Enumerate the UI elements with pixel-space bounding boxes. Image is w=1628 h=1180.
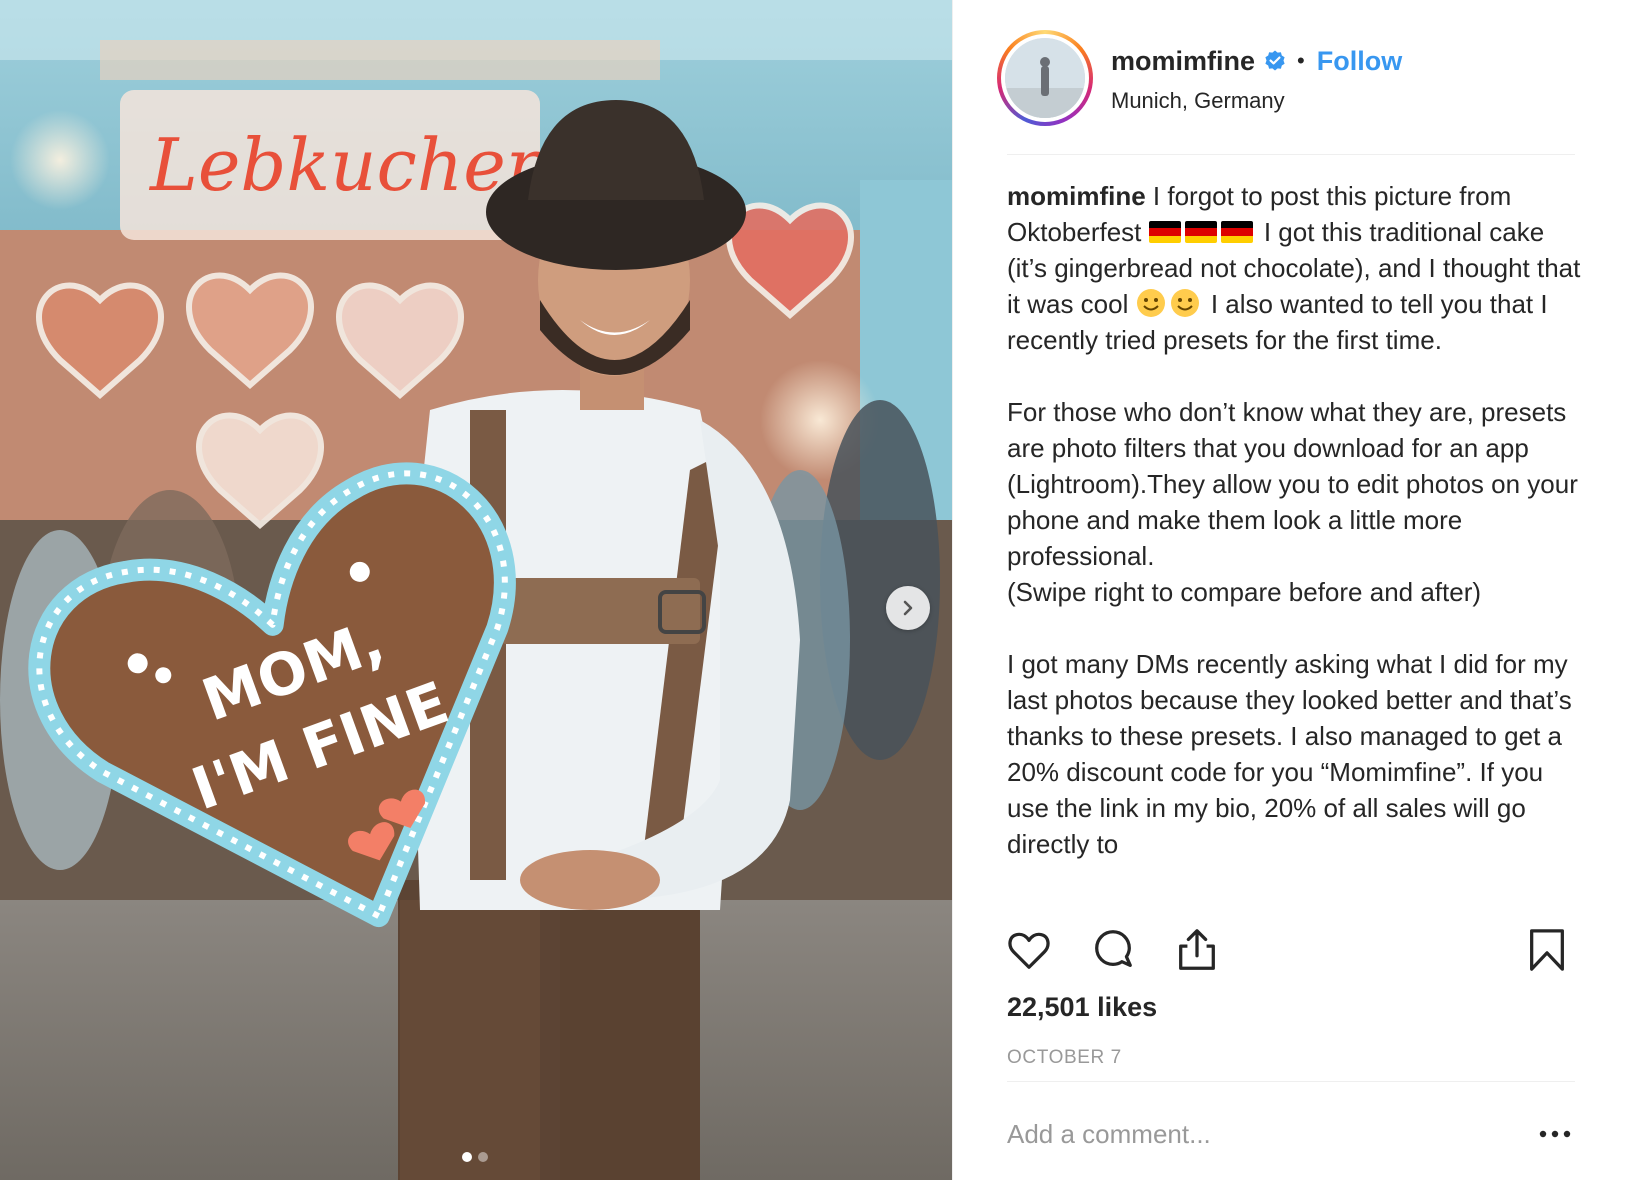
avatar[interactable] [997, 30, 1093, 126]
caption-text-3: I got many DMs recently asking what I di… [1007, 649, 1572, 859]
comment-divider [1007, 1081, 1575, 1082]
carousel-dot [478, 1152, 488, 1162]
germany-flag-emoji [1148, 221, 1181, 243]
heart-icon [1008, 932, 1050, 969]
comment-bubble-icon [1095, 930, 1132, 967]
like-button[interactable] [1003, 924, 1055, 976]
likes-count[interactable]: 22,501 likes [1007, 992, 1157, 1023]
header-divider [1007, 154, 1575, 155]
caption-username-link[interactable]: momimfine [1007, 181, 1146, 211]
post-photo[interactable]: Lebkuchen MOM, I'M FINE [0, 0, 952, 1180]
smiling-face-emoji [1170, 289, 1199, 317]
share-button[interactable] [1171, 924, 1223, 976]
add-comment-input[interactable] [1007, 1110, 1507, 1158]
avatar-image [1005, 38, 1085, 118]
more-options-button[interactable] [1535, 1118, 1575, 1150]
verified-badge-icon [1265, 50, 1285, 71]
germany-flag-emoji [1220, 221, 1253, 243]
username-link[interactable]: momimfine [1111, 46, 1255, 77]
bookmark-icon [1530, 929, 1564, 971]
smiling-face-emoji [1136, 289, 1165, 317]
caption-paragraph-3: I got many DMs recently asking what I di… [1007, 646, 1585, 862]
post-header: momimfine • Follow Munich, Germany [997, 30, 1585, 126]
separator-dot: • [1297, 48, 1305, 73]
carousel-indicator [462, 1152, 488, 1162]
save-button[interactable] [1521, 924, 1573, 976]
caption-paragraph-1: momimfine I forgot to post this picture … [1007, 178, 1585, 358]
location-link[interactable]: Munich, Germany [1111, 88, 1285, 114]
follow-button[interactable]: Follow [1317, 46, 1402, 77]
carousel-next-button[interactable] [886, 586, 930, 630]
caption-text-2: For those who don’t know what they are, … [1007, 397, 1578, 571]
chevron-right-icon [903, 600, 913, 616]
instagram-post: Lebkuchen MOM, I'M FINE momimfine • Foll… [0, 0, 1628, 1180]
share-icon [1179, 929, 1215, 970]
caption-text-2b: (Swipe right to compare before and after… [1007, 577, 1482, 607]
stall-sign-text: Lebkuchen [148, 123, 552, 207]
post-actions [1007, 924, 1575, 980]
comment-button[interactable] [1087, 924, 1139, 976]
photo-illustration: Lebkuchen MOM, I'M FINE [0, 0, 952, 1180]
carousel-dot-active [462, 1152, 472, 1162]
ellipsis-icon [1539, 1130, 1571, 1138]
germany-flag-emoji [1184, 221, 1217, 243]
post-caption: momimfine I forgot to post this picture … [1007, 178, 1585, 898]
caption-paragraph-2: For those who don’t know what they are, … [1007, 394, 1585, 610]
post-date[interactable]: OCTOBER 7 [1007, 1047, 1122, 1069]
post-side-panel: momimfine • Follow Munich, Germany momim… [952, 0, 1628, 1180]
